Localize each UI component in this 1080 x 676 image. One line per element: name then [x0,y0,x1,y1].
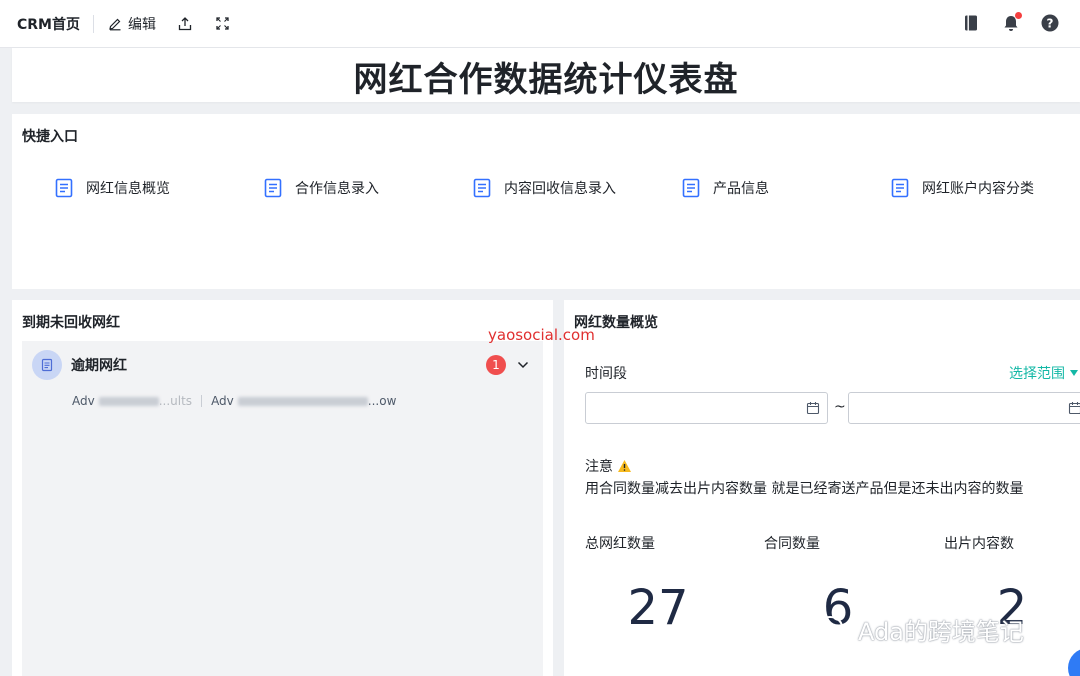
quick-item-influencer-overview[interactable]: 网红信息概览 [54,178,170,198]
quick-entry-heading: 快捷入口 [22,129,78,145]
start-date-field[interactable] [585,392,828,424]
notification-dot [1015,12,1022,19]
overdue-heading: 到期未回收网红 [22,315,120,331]
entry-suffix: ...ow [367,394,397,408]
help-button[interactable]: ? [1039,12,1061,38]
quick-item-content-recovery-entry[interactable]: 内容回收信息录入 [472,178,616,198]
calendar-icon [806,402,820,415]
quick-item-cooperation-entry[interactable]: 合作信息录入 [263,178,379,198]
note-text: 用合同数量减去出片内容数量 就是已经寄送产品但是还未出内容的数量 [585,481,1024,497]
end-date-field[interactable] [848,392,1080,424]
quick-item-label: 产品信息 [713,181,769,197]
start-date-input[interactable] [586,393,827,423]
warning-icon [618,460,631,472]
stat-label-total-influencers: 总网红数量 [585,536,655,552]
stat-value-total-influencers: 27 [627,580,689,636]
select-range-dropdown[interactable]: 选择范围 [1009,363,1078,383]
period-label: 时间段 [585,366,627,382]
wechat-icon [817,615,850,643]
document-icon [55,178,73,198]
document-icon [682,178,700,198]
svg-text:?: ? [1047,16,1054,30]
note-title: 注意 [585,456,632,476]
entry-divider [201,395,203,407]
top-bar: CRM首页 编辑 ? [0,0,1080,48]
fullscreen-icon [215,17,229,30]
calendar-icon [1068,402,1080,415]
book-button[interactable] [961,13,981,37]
document-icon [473,178,491,198]
entry-prefix: Adv [72,394,95,408]
document-icon [891,178,909,198]
quick-item-account-content-category[interactable]: 网红账户内容分类 [890,178,1034,198]
document-icon [41,358,53,372]
quick-item-product-info[interactable]: 产品信息 [681,178,769,198]
dashboard-title-panel: 网红合作数据统计仪表盘 [12,48,1080,102]
quick-item-label: 合作信息录入 [295,181,379,197]
select-range-label: 选择范围 [1009,366,1065,382]
app-title[interactable]: CRM首页 [17,14,80,34]
book-icon [965,15,977,31]
stat-label-contracts: 合同数量 [764,536,820,552]
wechat-watermark: Ada的跨境笔记 [816,612,1024,647]
entry-suffix: ...ults [158,394,193,408]
fullscreen-button[interactable] [211,13,233,35]
help-icon: ? [1041,14,1059,32]
dashboard-title: 网红合作数据统计仪表盘 [353,60,739,100]
overdue-card-title: 逾期网红 [71,358,127,374]
overdue-entry[interactable]: Adv ...ow [211,394,396,408]
redacted-text [98,396,159,406]
date-range-separator: ~ [834,399,846,415]
quick-item-label: 网红信息概览 [86,181,170,197]
notification-button[interactable] [1000,12,1022,34]
edit-icon [109,18,121,30]
wechat-account-name: Ada的跨境笔记 [858,618,1024,646]
end-date-input[interactable] [849,393,1080,423]
overdue-entry[interactable]: Adv ...ults [72,394,192,408]
document-icon [264,178,282,198]
overdue-card-header[interactable]: 逾期网红 1 [22,341,543,389]
quick-item-label: 网红账户内容分类 [922,181,1034,197]
caret-down-icon [1070,370,1078,376]
edit-button[interactable]: 编辑 [108,14,156,34]
entry-prefix: Adv [211,394,234,408]
stat-label-published-content: 出片内容数 [944,536,1014,552]
note-title-text: 注意 [585,459,613,475]
quick-item-label: 内容回收信息录入 [504,181,616,197]
doc-avatar [32,350,62,380]
share-icon [178,16,192,30]
overdue-influencers-panel: 到期未回收网红 逾期网红 1 Adv ...ults Adv ...ow [12,300,553,676]
overdue-entries: Adv ...ults Adv ...ow [72,394,396,408]
quick-entry-panel: 快捷入口 网红信息概览 合作信息录入 内容回收信息录入 产品信息 网红账户内容分… [12,114,1080,289]
overdue-card: 逾期网红 1 Adv ...ults Adv ...ow [22,341,543,676]
toolbar-divider [93,14,94,33]
edit-label: 编辑 [128,16,156,33]
site-watermark: yaosocial.com [488,326,595,344]
count-badge: 1 [486,355,506,375]
redacted-text [237,396,368,406]
chevron-down-icon[interactable] [516,358,530,372]
share-button[interactable] [174,13,196,35]
